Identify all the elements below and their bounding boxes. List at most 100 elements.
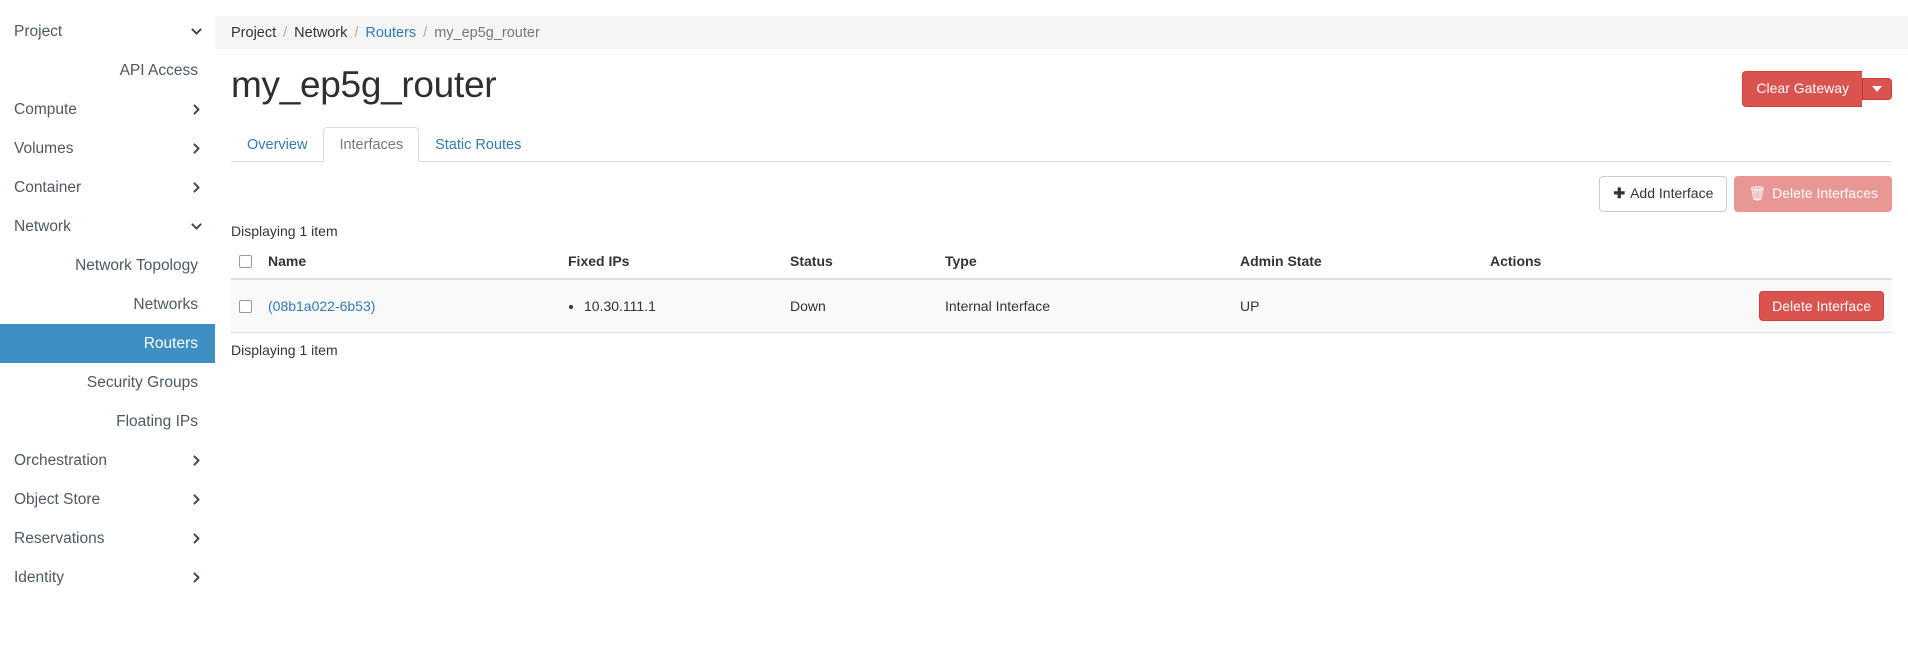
delete-interface-button[interactable]: Delete Interface <box>1759 290 1884 321</box>
column-header-name: Name <box>260 245 560 280</box>
chevron-right-icon-svg <box>193 455 200 466</box>
sidebar-item-floating-ips-label: Floating IPs <box>116 412 198 430</box>
sidebar-group-container[interactable]: Container <box>0 168 215 207</box>
row-admin-state-cell: UP <box>1232 278 1482 333</box>
router-detail-tabs: Overview Interfaces Static Routes <box>231 127 1892 162</box>
chevron-down-icon-svg <box>191 28 202 35</box>
page-root: Project API Access Compute Volumes Conta… <box>0 0 1908 666</box>
sidebar-item-security-groups[interactable]: Security Groups <box>0 363 215 402</box>
chevron-down-icon <box>190 220 203 233</box>
clear-gateway-button[interactable]: Clear Gateway <box>1742 71 1862 107</box>
breadcrumb: Project / Network / Routers / my_ep5g_ro… <box>215 16 1908 49</box>
sidebar-item-network-topology-label: Network Topology <box>75 256 198 274</box>
sidebar-group-volumes[interactable]: Volumes <box>0 129 215 168</box>
interfaces-table-body: (08b1a022-6b53) 10.30.111.1 Down Interna… <box>231 278 1892 333</box>
sidebar-group-volumes-label: Volumes <box>14 139 74 157</box>
sidebar-item-floating-ips[interactable]: Floating IPs <box>0 402 215 441</box>
sidebar-group-orchestration[interactable]: Orchestration <box>0 441 215 480</box>
item-count-bottom: Displaying 1 item <box>231 341 338 358</box>
chevron-right-icon <box>190 493 203 506</box>
row-checkbox[interactable] <box>239 300 252 314</box>
sidebar-group-reservations[interactable]: Reservations <box>0 519 215 558</box>
plus-icon: ✚ <box>1613 185 1626 201</box>
caret-down-icon <box>1872 85 1882 92</box>
column-header-admin-state: Admin State <box>1232 245 1482 280</box>
breadcrumb-item-current: my_ep5g_router <box>434 24 540 41</box>
page-title: my_ep5g_router <box>231 64 497 105</box>
clear-gateway-dropdown-toggle[interactable] <box>1862 77 1892 100</box>
row-fixed-ips-cell: 10.30.111.1 <box>560 278 782 333</box>
sidebar-group-object-store[interactable]: Object Store <box>0 480 215 519</box>
tab-interfaces[interactable]: Interfaces <box>323 127 420 162</box>
item-count-top: Displaying 1 item <box>231 222 338 239</box>
interfaces-table-head: Name Fixed IPs Status Type Admin State A… <box>231 245 1892 280</box>
breadcrumb-separator: / <box>423 24 428 41</box>
chevron-right-icon-svg <box>193 533 200 544</box>
add-interface-button[interactable]: ✚ Add Interface <box>1599 176 1728 212</box>
chevron-right-icon <box>190 181 203 194</box>
tab-overview[interactable]: Overview <box>231 127 323 162</box>
sidebar-group-identity[interactable]: Identity <box>0 558 215 597</box>
chevron-right-icon-svg <box>193 182 200 193</box>
sidebar-item-routers[interactable]: Routers <box>0 324 215 363</box>
breadcrumb-item-project[interactable]: Project <box>231 25 276 41</box>
sidebar-item-network-topology[interactable]: Network Topology <box>0 246 215 285</box>
chevron-right-icon <box>190 103 203 116</box>
sidebar-group-reservations-label: Reservations <box>14 529 105 547</box>
column-header-fixed-ips: Fixed IPs <box>560 245 782 280</box>
sidebar-group-orchestration-label: Orchestration <box>14 451 108 469</box>
delete-interfaces-button[interactable]: 🗑 Delete Interfaces <box>1734 176 1892 212</box>
column-header-actions: Actions <box>1482 245 1892 280</box>
page-header: my_ep5g_router Clear Gateway <box>215 61 1908 109</box>
sidebar-item-networks-label: Networks <box>133 295 198 313</box>
sidebar-item-security-groups-label: Security Groups <box>86 373 198 391</box>
row-status-cell: Down <box>782 278 937 333</box>
sidebar-group-container-label: Container <box>14 178 82 196</box>
sidebar-group-compute-label: Compute <box>14 100 77 118</box>
sidebar: Project API Access Compute Volumes Conta… <box>0 0 215 666</box>
interface-name-link[interactable]: (08b1a022-6b53) <box>268 298 375 314</box>
chevron-down-icon-svg <box>191 223 202 230</box>
column-header-status: Status <box>782 245 937 280</box>
chevron-right-icon-svg <box>193 494 200 505</box>
sidebar-item-api-access[interactable]: API Access <box>0 51 215 90</box>
chevron-down-icon <box>190 25 203 38</box>
tab-static-routes[interactable]: Static Routes <box>419 127 537 162</box>
sidebar-group-project-label: Project <box>14 22 63 40</box>
chevron-right-icon <box>190 571 203 584</box>
select-all-checkbox[interactable] <box>239 255 252 269</box>
row-select-cell <box>231 278 260 333</box>
breadcrumb-item-network[interactable]: Network <box>294 25 347 41</box>
sidebar-group-object-store-label: Object Store <box>14 490 101 508</box>
chevron-right-icon-svg <box>193 572 200 583</box>
sidebar-item-api-access-label: API Access <box>119 61 198 79</box>
row-actions-cell: Delete Interface <box>1482 278 1892 333</box>
row-name-cell: (08b1a022-6b53) <box>260 278 560 333</box>
row-type-cell: Internal Interface <box>937 278 1232 333</box>
sidebar-group-network-label: Network <box>14 217 71 235</box>
fixed-ip-list: 10.30.111.1 <box>568 298 774 314</box>
breadcrumb-separator: / <box>283 24 288 41</box>
fixed-ip-item: 10.30.111.1 <box>584 298 774 314</box>
sidebar-group-network[interactable]: Network <box>0 207 215 246</box>
chevron-right-icon <box>190 532 203 545</box>
chevron-right-icon-svg <box>193 104 200 115</box>
trash-icon: 🗑 <box>1748 185 1767 201</box>
chevron-right-icon <box>190 142 203 155</box>
breadcrumb-item-routers[interactable]: Routers <box>365 25 416 41</box>
delete-interfaces-label: Delete Interfaces <box>1772 185 1878 201</box>
table-row: (08b1a022-6b53) 10.30.111.1 Down Interna… <box>231 278 1892 333</box>
page-header-actions: Clear Gateway <box>1742 61 1892 107</box>
sidebar-item-routers-label: Routers <box>143 334 198 352</box>
table-header-row: Name Fixed IPs Status Type Admin State A… <box>231 245 1892 280</box>
main-content: Project / Network / Routers / my_ep5g_ro… <box>215 0 1908 666</box>
sidebar-group-compute[interactable]: Compute <box>0 90 215 129</box>
sidebar-item-networks[interactable]: Networks <box>0 285 215 324</box>
sidebar-group-identity-label: Identity <box>14 568 64 586</box>
select-all-header <box>231 245 260 280</box>
column-header-type: Type <box>937 245 1232 280</box>
table-toolbar: ✚ Add Interface 🗑 Delete Interfaces <box>215 162 1908 212</box>
sidebar-group-project[interactable]: Project <box>0 12 215 51</box>
interfaces-table: Name Fixed IPs Status Type Admin State A… <box>231 245 1892 333</box>
chevron-right-icon <box>190 454 203 467</box>
